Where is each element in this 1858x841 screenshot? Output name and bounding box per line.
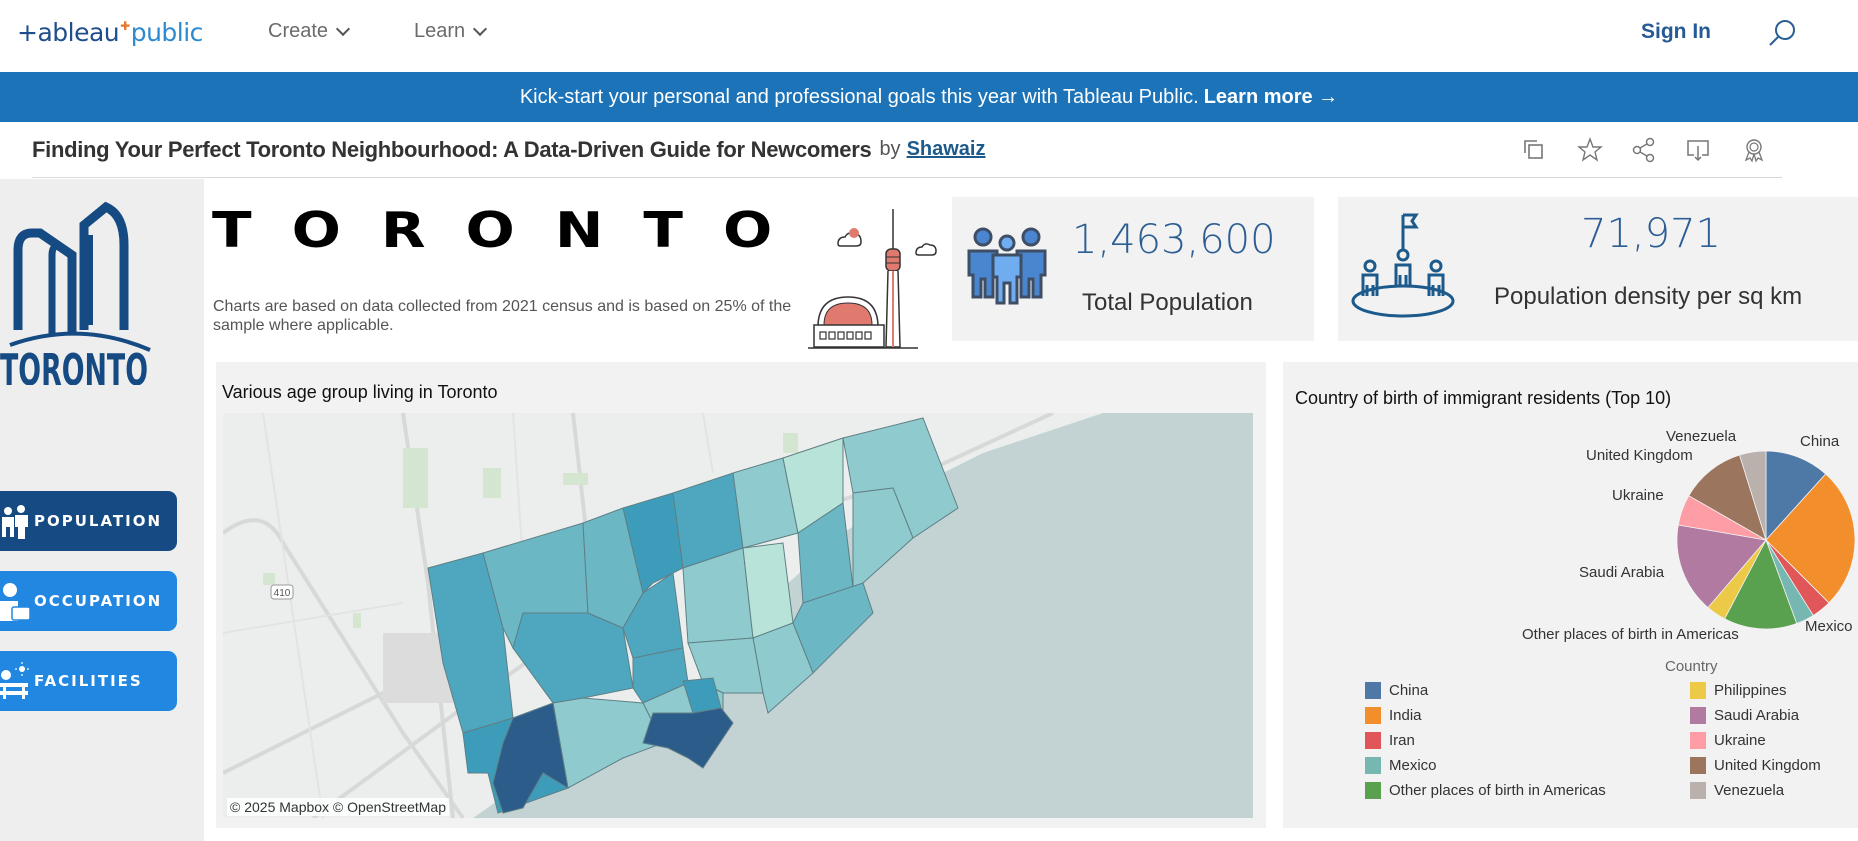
pie-label-united-kingdom: United Kingdom	[1586, 447, 1693, 464]
tableau-public-logo[interactable]: +ableau ✚ public	[17, 14, 203, 50]
nav-button-occupation[interactable]: OCCUPATION	[0, 571, 177, 631]
legend-swatch	[1690, 732, 1706, 749]
logo-plus-icon: ✚	[120, 19, 130, 33]
legend-label: Venezuela	[1714, 782, 1785, 799]
immigrant-country-pie-panel: Country of birth of immigrant residents …	[1283, 362, 1858, 828]
search-icon[interactable]	[1767, 18, 1797, 48]
legend-item[interactable]: Other places of birth in Americas	[1365, 782, 1606, 799]
by-label: by	[879, 138, 901, 160]
legend-label: Philippines	[1714, 682, 1787, 699]
pie-label-saudi-arabia: Saudi Arabia	[1579, 564, 1665, 581]
nav-create[interactable]: Create	[268, 20, 351, 43]
nav-learn-label: Learn	[414, 20, 466, 42]
legend-swatch	[1690, 757, 1706, 774]
kpi-total-population: 1,463,600 Total Population	[952, 197, 1314, 341]
legend-label: China	[1389, 682, 1429, 699]
copy-icon[interactable]	[1520, 136, 1548, 164]
nav-button-label: OCCUPATION	[34, 592, 163, 610]
legend-swatch	[1690, 707, 1706, 724]
nav-button-facilities[interactable]: FACILITIES	[0, 651, 177, 711]
data-description: Charts are based on data collected from …	[213, 298, 792, 334]
download-icon[interactable]	[1684, 136, 1712, 164]
legend-item[interactable]: Mexico	[1365, 757, 1437, 774]
legend-label: Other places of birth in Americas	[1389, 782, 1606, 799]
legend-swatch	[1365, 682, 1381, 699]
legend-label: Ukraine	[1714, 732, 1766, 749]
star-icon[interactable]	[1576, 136, 1604, 164]
pie-label-mexico: Mexico	[1805, 618, 1853, 635]
nav-button-population[interactable]: POPULATION	[0, 491, 177, 551]
people-icon	[967, 227, 1047, 305]
worker-icon	[0, 583, 30, 621]
legend-swatch	[1365, 782, 1381, 799]
legend-swatch	[1365, 757, 1381, 774]
park-icon	[0, 662, 29, 699]
dashboard: TORONTO POPULATION OCCUPATION FACILITIES…	[0, 179, 1858, 841]
pie-label-ukraine: Ukraine	[1612, 487, 1664, 504]
share-icon[interactable]	[1630, 136, 1658, 164]
nav-button-label: POPULATION	[34, 512, 163, 530]
legend-swatch	[1365, 707, 1381, 724]
pie-label-venezuela: Venezuela	[1666, 428, 1737, 445]
top-nav: +ableau ✚ public Create Learn Sign In	[0, 0, 1858, 72]
logo-text-right: public	[130, 17, 204, 47]
sidebar-logo-text: TORONTO	[0, 345, 148, 385]
legend-item[interactable]: Philippines	[1690, 682, 1787, 699]
map-title: Various age group living in Toronto	[222, 382, 498, 402]
legend-item[interactable]: Iran	[1365, 732, 1415, 749]
legend-label: Iran	[1389, 732, 1415, 749]
learn-more-link[interactable]: Learn more →	[1204, 86, 1338, 109]
kpi-value: 1,463,600	[1072, 217, 1276, 263]
viz-title: Finding Your Perfect Toronto Neighbourho…	[32, 136, 872, 162]
award-icon[interactable]	[1740, 136, 1768, 164]
kpi-label: Population density per sq km	[1494, 283, 1803, 310]
sign-in-link[interactable]: Sign In	[1641, 20, 1711, 44]
author-link[interactable]: Shawaiz	[907, 138, 986, 161]
chevron-down-icon	[335, 21, 351, 36]
pie-label-other-americas: Other places of birth in Americas	[1522, 626, 1739, 643]
legend-swatch	[1365, 732, 1381, 749]
nav-button-label: FACILITIES	[34, 672, 143, 690]
logo-text-left: +ableau	[17, 17, 120, 47]
legend-label: Saudi Arabia	[1714, 707, 1800, 724]
kpi-value: 71,971	[1581, 211, 1721, 257]
legend-item[interactable]: Ukraine	[1690, 732, 1766, 749]
pie-label-china: China	[1800, 433, 1840, 450]
legend-item[interactable]: India	[1365, 707, 1422, 724]
cn-tower-illustration	[808, 209, 937, 349]
toronto-choropleth-map[interactable]: 410 © 2025 Mapbox © OpenStreetMap	[223, 413, 1253, 818]
legend-title: Country	[1665, 658, 1718, 675]
highway-label: 410	[274, 588, 291, 599]
toronto-heading: TORONTO	[212, 201, 813, 259]
map-attribution[interactable]: © 2025 Mapbox © OpenStreetMap	[227, 798, 449, 816]
legend-swatch	[1690, 682, 1706, 699]
legend-item[interactable]: United Kingdom	[1690, 757, 1821, 774]
kpi-label: Total Population	[1082, 289, 1253, 316]
toronto-city-hall-logo: TORONTO	[0, 201, 151, 385]
chevron-down-icon	[473, 21, 488, 36]
legend-label: United Kingdom	[1714, 757, 1821, 774]
promo-banner: Kick-start your personal and professiona…	[0, 72, 1858, 122]
legend-item[interactable]: Saudi Arabia	[1690, 707, 1799, 724]
nav-learn[interactable]: Learn	[414, 20, 488, 43]
kpi-population-density: 71,971 Population density per sq km	[1338, 197, 1858, 341]
map-canvas[interactable]: 410	[223, 413, 1253, 818]
people-icon	[2, 505, 28, 539]
banner-text: Kick-start your personal and professiona…	[519, 85, 1199, 108]
legend-label: India	[1389, 707, 1422, 724]
legend-item[interactable]: China	[1365, 682, 1428, 699]
nav-create-label: Create	[268, 20, 329, 42]
dashboard-sidebar: TORONTO POPULATION OCCUPATION FACILITIES	[0, 179, 204, 841]
legend-swatch	[1690, 782, 1706, 799]
legend-item[interactable]: Venezuela	[1690, 782, 1784, 799]
legend-label: Mexico	[1389, 757, 1437, 774]
community-icon	[1351, 213, 1455, 318]
